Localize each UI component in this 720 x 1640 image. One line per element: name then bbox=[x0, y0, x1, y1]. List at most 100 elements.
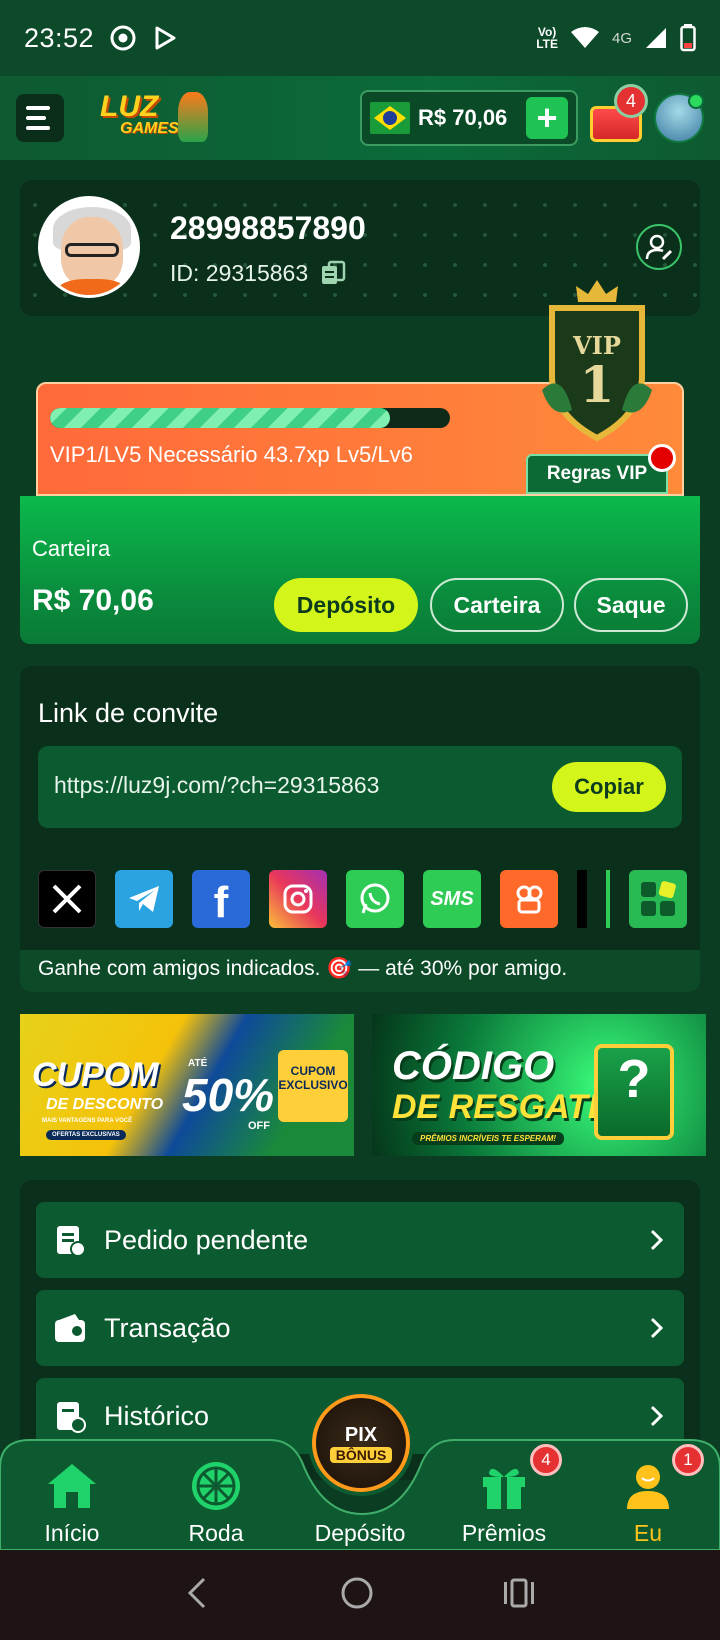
nav-label: Depósito bbox=[314, 1520, 406, 1546]
facebook-f-glyph: f bbox=[213, 878, 229, 927]
withdraw-button[interactable]: Saque bbox=[574, 578, 688, 632]
avatar-glasses bbox=[65, 243, 119, 257]
wheel-icon bbox=[188, 1458, 244, 1514]
home-circle-icon[interactable] bbox=[339, 1575, 375, 1616]
x-icon[interactable] bbox=[38, 870, 96, 928]
wallet-amount: R$ 70,06 bbox=[32, 584, 154, 617]
me-badge: 1 bbox=[672, 1444, 704, 1476]
status-bar: 23:52 Vo) LTE 4G bbox=[0, 0, 720, 76]
coupon-exclusive-tag: CUPOM EXCLUSIVO bbox=[278, 1050, 348, 1122]
header-balance: R$ 70,06 bbox=[418, 105, 508, 130]
username: 28998857890 bbox=[170, 210, 366, 246]
whatsapp-icon[interactable] bbox=[346, 870, 404, 928]
vip-level-text: VIP1/LV5 Necessário 43.7xp Lv5/Lv6 bbox=[50, 442, 413, 467]
chevron-right-icon bbox=[644, 1228, 668, 1252]
logo-mascot-icon bbox=[178, 92, 208, 142]
user-id: ID: 29315863 bbox=[170, 260, 309, 286]
invite-card: Link de convite https://luz9j.com/?ch=29… bbox=[20, 666, 700, 992]
line-icon[interactable] bbox=[606, 870, 610, 928]
menu-button[interactable] bbox=[16, 94, 64, 142]
invite-link-box: https://luz9j.com/?ch=29315863 Copiar bbox=[38, 746, 682, 828]
copy-id-icon[interactable] bbox=[320, 260, 346, 286]
notification-dot bbox=[648, 444, 676, 472]
add-funds-button[interactable]: + bbox=[526, 97, 568, 139]
pending-order-icon bbox=[52, 1222, 88, 1258]
invite-link[interactable]: https://luz9j.com/?ch=29315863 bbox=[54, 772, 379, 799]
deposit-button[interactable]: Depósito bbox=[274, 578, 418, 632]
wallet-button[interactable]: Carteira bbox=[430, 578, 564, 632]
nav-label: Roda bbox=[188, 1520, 244, 1546]
edit-profile-icon[interactable] bbox=[636, 224, 682, 270]
more-apps-icon[interactable] bbox=[629, 870, 687, 928]
recents-icon[interactable] bbox=[502, 1578, 536, 1613]
avatar-body bbox=[57, 279, 127, 295]
nav-wheel[interactable]: Roda bbox=[156, 1458, 276, 1548]
coupon-tag-1: MAIS VANTAGENS PARA VOCÊ bbox=[42, 1118, 133, 1124]
pix-label: PIX bbox=[344, 1423, 378, 1446]
volte-icon: Vo) LTE bbox=[536, 25, 558, 51]
sms-glyph: SMS bbox=[430, 887, 474, 910]
logo-text-games: GAMES bbox=[120, 120, 179, 137]
back-icon[interactable] bbox=[184, 1576, 212, 1615]
menu-item-label: Histórico bbox=[104, 1400, 210, 1431]
chevron-right-icon bbox=[644, 1316, 668, 1340]
treasure-chest-button[interactable]: 4 bbox=[588, 84, 648, 146]
battery-icon bbox=[680, 24, 696, 52]
facebook-icon[interactable]: f bbox=[192, 870, 250, 928]
wifi-icon bbox=[570, 26, 600, 50]
sms-icon[interactable]: SMS bbox=[423, 870, 481, 928]
menu-item-pending-order[interactable]: Pedido pendente bbox=[36, 1202, 684, 1278]
kwai-icon[interactable] bbox=[500, 870, 558, 928]
menu-bar-icon bbox=[26, 106, 50, 110]
vip-progress-bar bbox=[50, 408, 450, 428]
mystery-gift-icon: ? bbox=[594, 1044, 674, 1140]
coupon-title: CUPOM bbox=[32, 1056, 159, 1094]
redeem-code-banner[interactable]: CÓDIGO DE RESGATE PRÊMIOS INCRÍVEIS TE E… bbox=[372, 1014, 706, 1156]
vip-shield-icon[interactable]: VIP 1 bbox=[542, 280, 652, 446]
play-store-icon bbox=[152, 25, 178, 51]
nav-label: Prêmios bbox=[461, 1520, 547, 1546]
system-navigation-bar bbox=[0, 1550, 720, 1640]
nav-label: Eu bbox=[633, 1520, 663, 1546]
invite-title: Link de convite bbox=[38, 698, 219, 728]
prizes-badge: 4 bbox=[530, 1444, 562, 1476]
coupon-banner[interactable]: CUPOM DE DESCONTO MAIS VANTAGENS PARA VO… bbox=[20, 1014, 354, 1156]
coupon-subtitle: DE DESCONTO bbox=[46, 1096, 164, 1113]
bonus-label: BÔNUS bbox=[329, 1446, 393, 1463]
wallet-label: Carteira bbox=[32, 536, 111, 561]
instagram-icon[interactable] bbox=[269, 870, 327, 928]
vip-progress-fill bbox=[50, 408, 390, 428]
menu-bar-icon bbox=[26, 116, 46, 120]
coupon-off: OFF bbox=[248, 1120, 270, 1132]
home-icon bbox=[44, 1458, 100, 1514]
logo-text-luz: LUZ bbox=[100, 90, 159, 123]
clock: 23:52 bbox=[24, 22, 95, 53]
menu-item-transaction[interactable]: Transação bbox=[36, 1290, 684, 1366]
chrome-icon bbox=[110, 25, 136, 51]
redeem-tag: PRÊMIOS INCRÍVEIS TE ESPERAM! bbox=[412, 1132, 565, 1145]
signal-icon bbox=[644, 26, 668, 50]
app-header: LUZ GAMES R$ 70,06 + 4 bbox=[0, 76, 720, 160]
nav-label: Início bbox=[44, 1520, 100, 1546]
app-logo[interactable]: LUZ GAMES bbox=[94, 88, 214, 148]
balance-pill[interactable]: R$ 70,06 + bbox=[360, 90, 578, 146]
chevron-right-icon bbox=[644, 1404, 668, 1428]
redeem-subtitle: DE RESGATE bbox=[392, 1088, 611, 1126]
header-avatar[interactable] bbox=[654, 93, 704, 143]
invite-note: Ganhe com amigos indicados. 🎯 — até 30% … bbox=[20, 950, 700, 992]
redeem-title: CÓDIGO bbox=[392, 1044, 555, 1088]
nav-home[interactable]: Início bbox=[12, 1458, 132, 1548]
wallet-transaction-icon bbox=[52, 1310, 88, 1346]
menu-item-label: Transação bbox=[104, 1312, 231, 1343]
history-icon bbox=[52, 1398, 88, 1434]
gift-icon bbox=[476, 1458, 532, 1514]
tiktok-icon[interactable] bbox=[577, 870, 587, 928]
profile-avatar[interactable] bbox=[38, 196, 140, 298]
user-icon bbox=[620, 1458, 676, 1514]
pix-bonus-button[interactable]: PIX BÔNUS bbox=[312, 1394, 410, 1492]
social-share-row: f SMS bbox=[38, 870, 702, 930]
coupon-tag-2: OFERTAS EXCLUSIVAS bbox=[46, 1130, 126, 1140]
copy-link-button[interactable]: Copiar bbox=[552, 762, 666, 812]
telegram-icon[interactable] bbox=[115, 870, 173, 928]
vip-rules-button[interactable]: Regras VIP bbox=[526, 454, 668, 494]
